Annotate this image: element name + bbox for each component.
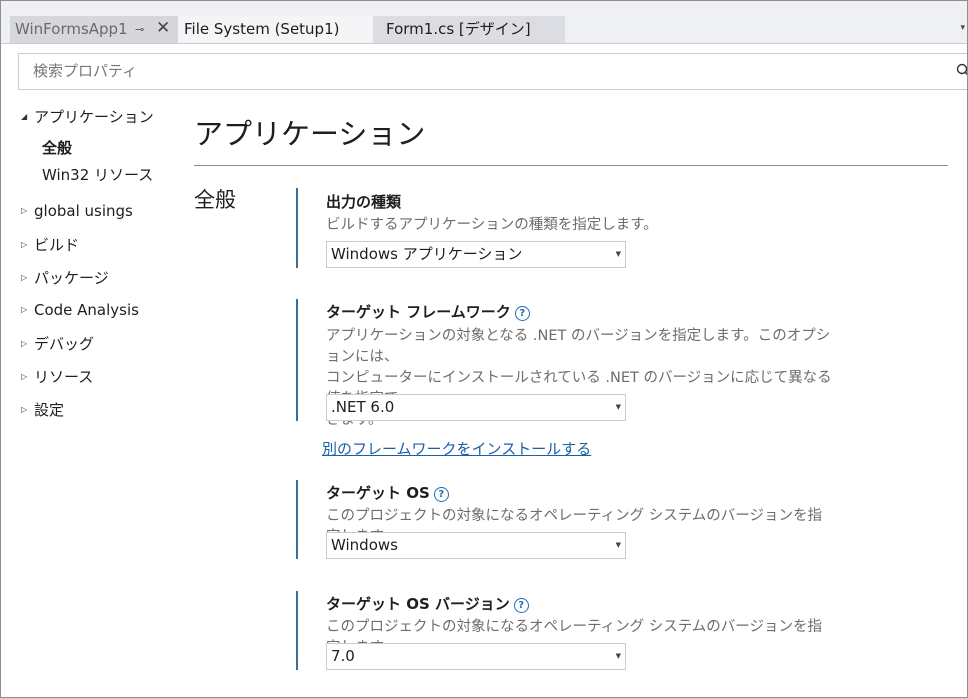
nav-item-code-analysis[interactable]: ▷ Code Analysis	[21, 301, 139, 319]
section-heading: 全般	[194, 188, 236, 212]
expanded-arrow-icon[interactable]: ◢	[21, 112, 34, 121]
target-os-dropdown[interactable]: Windows ▼	[326, 532, 626, 559]
nav-item-label: 設定	[34, 401, 65, 419]
help-icon[interactable]: ?	[514, 306, 530, 321]
tab-winformsapp1[interactable]: WinFormsApp1 ⊸ ✕	[10, 16, 178, 43]
tab-strip-divider	[1, 43, 967, 44]
help-icon[interactable]: ?	[513, 598, 529, 613]
tab-label: Form1.cs [デザイン]	[386, 20, 531, 38]
output-type-dropdown[interactable]: Windows アプリケーション ▼	[326, 241, 626, 268]
tab-overflow-icon[interactable]: ▾	[960, 23, 965, 33]
collapsed-arrow-icon[interactable]: ▷	[21, 273, 34, 282]
dropdown-value: .NET 6.0	[331, 398, 395, 416]
chevron-down-icon[interactable]: ▼	[616, 644, 621, 669]
setting-label-text: ターゲット OS	[326, 484, 430, 502]
setting-accent-bar	[296, 480, 298, 559]
dropdown-value: 7.0	[331, 647, 355, 665]
setting-label-text: ターゲット フレームワーク	[326, 303, 511, 321]
collapsed-arrow-icon[interactable]: ▷	[21, 206, 34, 215]
setting-description: ビルドするアプリケーションの種類を指定します。	[326, 217, 658, 233]
chevron-down-icon[interactable]: ▼	[616, 395, 621, 420]
collapsed-arrow-icon[interactable]: ▷	[21, 405, 34, 414]
target-framework-dropdown[interactable]: .NET 6.0 ▼	[326, 394, 626, 421]
description-line: アプリケーションの対象となる .NET のバージョンを指定します。このオプション…	[326, 328, 831, 365]
pin-icon[interactable]: ⊸	[135, 16, 144, 43]
tab-file-system[interactable]: File System (Setup1)	[178, 16, 373, 43]
setting-label: ターゲット フレームワーク?	[326, 301, 530, 322]
page-title: アプリケーション	[194, 117, 426, 151]
dropdown-value: Windows	[331, 536, 398, 554]
nav-item-package[interactable]: ▷ パッケージ	[21, 267, 109, 288]
collapsed-arrow-icon[interactable]: ▷	[21, 240, 34, 249]
collapsed-arrow-icon[interactable]: ▷	[21, 339, 34, 348]
setting-accent-bar	[296, 188, 298, 268]
nav-item-label: リソース	[34, 368, 94, 386]
properties-window: WinFormsApp1 ⊸ ✕ File System (Setup1) Fo…	[0, 0, 968, 698]
nav-item-resources[interactable]: ▷ リソース	[21, 366, 93, 387]
target-os-version-dropdown[interactable]: 7.0 ▼	[326, 643, 626, 670]
nav-item-label: Code Analysis	[34, 301, 139, 319]
nav-item-label: global usings	[34, 202, 133, 220]
setting-accent-bar	[296, 591, 298, 670]
nav-item-debug[interactable]: ▷ デバッグ	[21, 333, 94, 354]
nav-item-build[interactable]: ▷ ビルド	[21, 234, 79, 255]
nav-subitem-general[interactable]: 全般	[42, 137, 72, 158]
nav-item-label: アプリケーション	[34, 108, 154, 126]
setting-accent-bar	[296, 299, 298, 421]
setting-label-text: ターゲット OS バージョン	[326, 595, 510, 613]
close-icon[interactable]: ✕	[156, 15, 170, 42]
search-box[interactable]	[18, 53, 968, 90]
nav-item-label: デバッグ	[34, 335, 95, 353]
nav-item-label: ビルド	[34, 236, 80, 254]
nav-item-label: パッケージ	[34, 269, 109, 287]
search-input[interactable]	[33, 62, 933, 80]
tab-label: File System (Setup1)	[184, 20, 340, 38]
document-tab-strip: WinFormsApp1 ⊸ ✕ File System (Setup1) Fo…	[1, 1, 967, 43]
tab-form1-designer[interactable]: Form1.cs [デザイン]	[373, 16, 565, 43]
collapsed-arrow-icon[interactable]: ▷	[21, 305, 34, 314]
title-divider	[194, 165, 948, 166]
nav-item-settings[interactable]: ▷ 設定	[21, 399, 64, 420]
nav-subitem-win32-resources[interactable]: Win32 リソース	[42, 164, 153, 185]
install-framework-link[interactable]: 別のフレームワークをインストールする	[322, 438, 591, 459]
dropdown-value: Windows アプリケーション	[331, 245, 523, 263]
chevron-down-icon[interactable]: ▼	[616, 533, 621, 558]
setting-label: 出力の種類	[326, 193, 402, 211]
help-icon[interactable]: ?	[433, 487, 449, 502]
search-icon[interactable]	[956, 63, 968, 77]
nav-item-global-usings[interactable]: ▷ global usings	[21, 202, 133, 220]
tab-label: WinFormsApp1	[15, 20, 128, 38]
chevron-down-icon[interactable]: ▼	[616, 242, 621, 267]
collapsed-arrow-icon[interactable]: ▷	[21, 372, 34, 381]
setting-label: ターゲット OS バージョン?	[326, 593, 529, 614]
nav-item-application[interactable]: ◢ アプリケーション	[21, 106, 154, 127]
setting-label: ターゲット OS?	[326, 482, 449, 503]
